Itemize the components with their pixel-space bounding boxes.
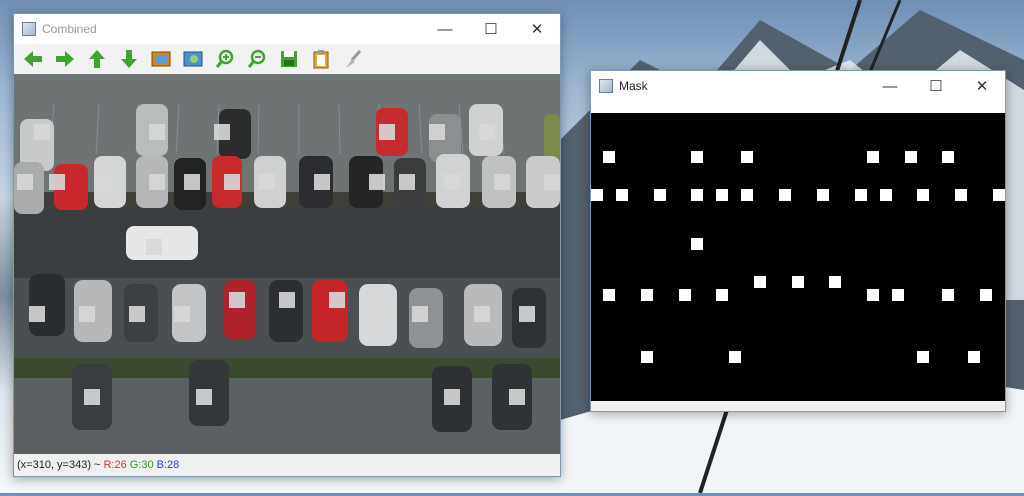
minimize-button[interactable]: — <box>422 14 468 44</box>
copy-button[interactable] <box>306 45 336 73</box>
cursor-coords: (x=310, y=343) ~ <box>17 459 101 471</box>
brush-icon <box>346 50 362 68</box>
app-icon <box>22 22 36 36</box>
mask-status-bar <box>591 401 1005 411</box>
image-toolbar <box>14 44 560 74</box>
combined-titlebar[interactable]: Combined — ☐ ✕ <box>14 14 560 44</box>
combined-window[interactable]: Combined — ☐ ✕ (x=310, y=343) ~ R:26 G:3… <box>13 13 561 477</box>
status-bar: (x=310, y=343) ~ R:26 G:30 B:28 <box>14 454 560 476</box>
save-icon <box>281 51 297 67</box>
zoom-original-button[interactable] <box>178 45 208 73</box>
mask-window-title: Mask <box>619 79 648 93</box>
pan-left-button[interactable] <box>18 45 48 73</box>
properties-button[interactable] <box>338 45 368 73</box>
pan-down-button[interactable] <box>114 45 144 73</box>
zoom-out-icon <box>247 49 266 68</box>
clipboard-icon <box>313 50 329 69</box>
zoom-out-button[interactable] <box>242 45 272 73</box>
arrow-left-icon <box>24 51 42 67</box>
maximize-button[interactable]: ☐ <box>913 71 959 101</box>
minimize-button[interactable]: — <box>867 71 913 101</box>
pan-up-button[interactable] <box>82 45 112 73</box>
save-button[interactable] <box>274 45 304 73</box>
pixel-red-value: R:26 <box>103 459 127 471</box>
pan-right-button[interactable] <box>50 45 80 73</box>
app-icon <box>599 79 613 93</box>
parking-lot-image <box>14 74 560 454</box>
close-button[interactable]: ✕ <box>514 14 560 44</box>
mask-image <box>591 151 1005 363</box>
close-button[interactable]: ✕ <box>959 71 1005 101</box>
arrow-down-icon <box>121 50 137 68</box>
image-icon <box>151 51 171 67</box>
mask-image-canvas[interactable] <box>591 113 1005 401</box>
maximize-button[interactable]: ☐ <box>468 14 514 44</box>
mask-window[interactable]: Mask — ☐ ✕ <box>590 70 1006 412</box>
zoom-fit-button[interactable] <box>146 45 176 73</box>
mask-titlebar[interactable]: Mask — ☐ ✕ <box>591 71 1005 101</box>
combined-window-title: Combined <box>42 22 97 36</box>
arrow-up-icon <box>89 50 105 68</box>
pixel-green-value: G:30 <box>129 459 154 471</box>
zoom-in-button[interactable] <box>210 45 240 73</box>
zoom-in-icon <box>215 49 234 68</box>
combined-image-canvas[interactable] <box>14 74 560 454</box>
arrow-right-icon <box>56 51 74 67</box>
pixel-blue-value: B:28 <box>156 459 180 471</box>
image-adjust-icon <box>183 51 203 67</box>
